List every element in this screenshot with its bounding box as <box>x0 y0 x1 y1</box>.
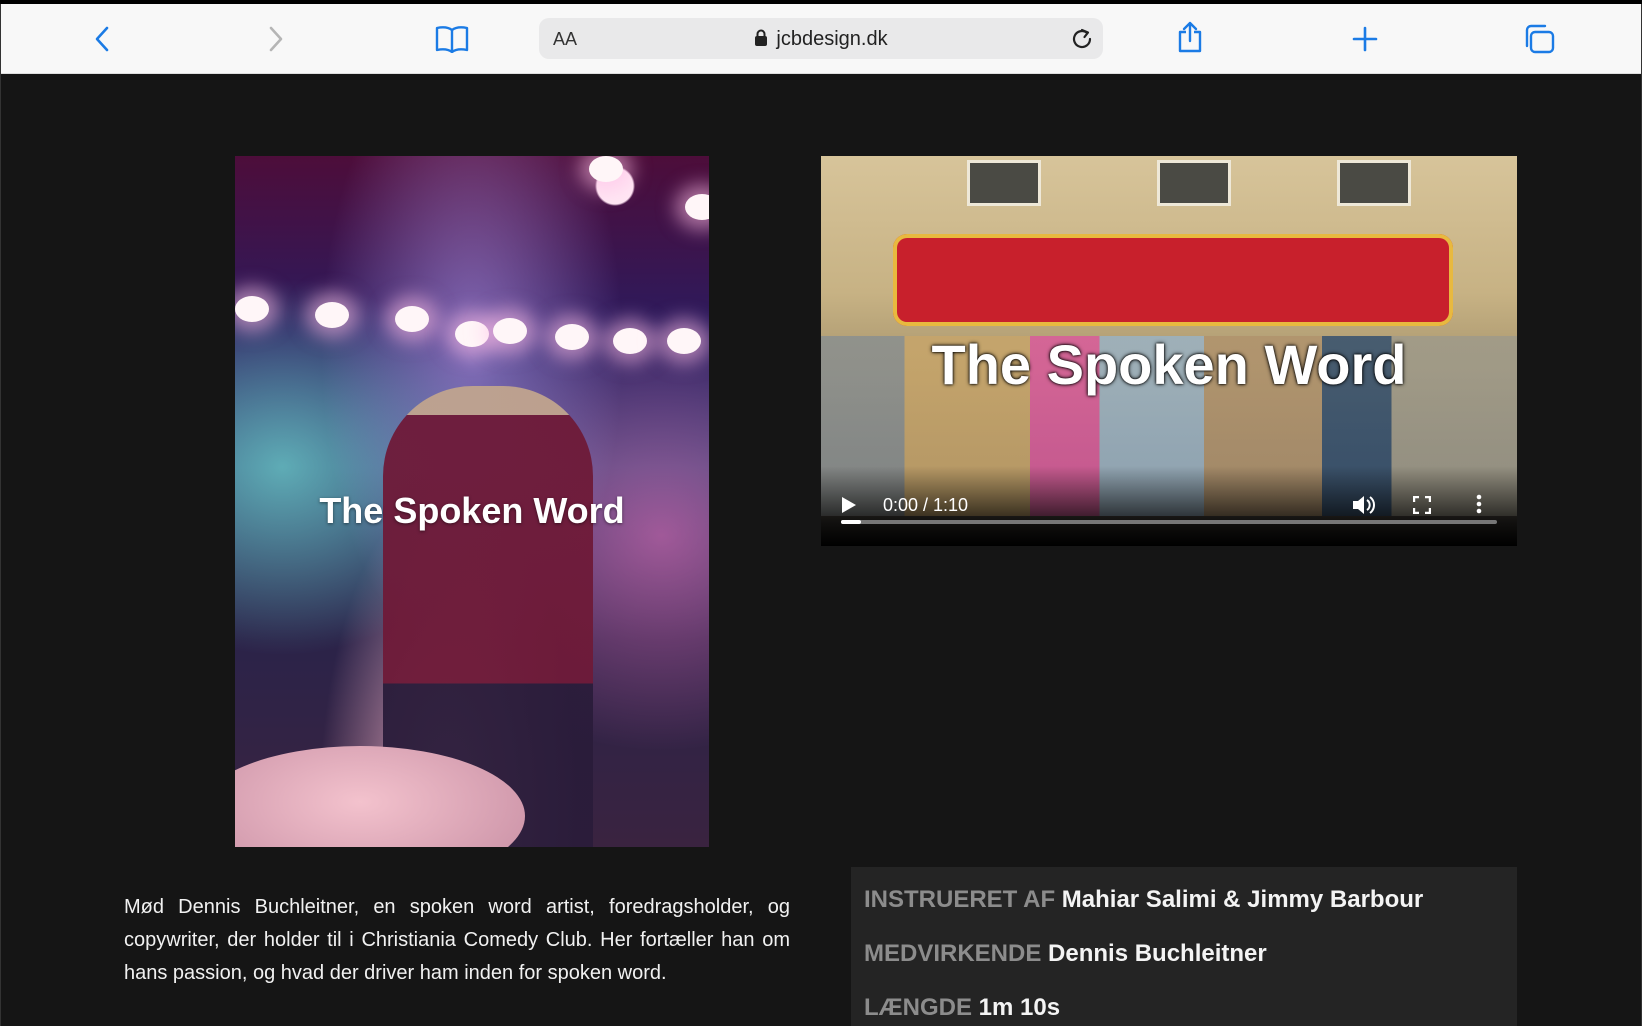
share-icon <box>1178 21 1202 53</box>
credit-row-director: INSTRUERET AF Mahiar Salimi & Jimmy Barb… <box>864 886 1423 914</box>
credit-value: Mahiar Salimi & Jimmy Barbour <box>1061 886 1424 913</box>
lock-icon <box>755 29 768 46</box>
bookmarks-button[interactable] <box>435 22 469 56</box>
video-description: Mød Dennis Buchleitner, en spoken word a… <box>124 896 790 984</box>
reload-icon <box>1072 28 1092 49</box>
play-button[interactable] <box>841 496 857 519</box>
seek-progress <box>841 520 861 524</box>
chevron-right-icon <box>269 26 283 52</box>
share-button[interactable] <box>1173 20 1207 54</box>
address-bar[interactable]: AA jcbdesign.dk <box>539 18 1103 59</box>
tabs-overview-button[interactable] <box>1522 22 1556 56</box>
credit-label: LÆNGDE <box>864 994 972 1021</box>
volume-button[interactable] <box>1351 494 1375 521</box>
venue-sign <box>893 234 1453 326</box>
more-vertical-icon <box>1476 494 1482 514</box>
more-options-button[interactable] <box>1476 494 1482 519</box>
browser-toolbar: AA jcbdesign.dk <box>1 4 1641 74</box>
video-controls: 0:00 / 1:10 <box>821 466 1517 546</box>
video-title: The Spoken Word <box>931 333 1407 396</box>
plus-icon <box>1352 26 1378 52</box>
fullscreen-icon <box>1412 495 1432 515</box>
address-host: jcbdesign.dk <box>539 28 1103 51</box>
credit-row-duration: LÆNGDE 1m 10s <box>864 994 1060 1022</box>
url-text: jcbdesign.dk <box>776 28 888 50</box>
poster-title: The Spoken Word <box>319 490 625 531</box>
building-window <box>1157 160 1231 206</box>
video-time: 0:00 / 1:10 <box>883 495 969 515</box>
book-icon <box>435 26 469 53</box>
play-icon <box>842 497 856 513</box>
building-window <box>967 160 1041 206</box>
credit-row-cast: MEDVIRKENDE Dennis Buchleitner <box>864 940 1267 968</box>
credit-value: 1m 10s <box>978 994 1061 1021</box>
credits-panel: INSTRUERET AF Mahiar Salimi & Jimmy Barb… <box>851 867 1517 1026</box>
new-tab-button[interactable] <box>1348 22 1382 56</box>
credit-label: MEDVIRKENDE <box>864 940 1042 967</box>
video-player[interactable]: The Spoken Word 0:00 / 1:10 <box>821 156 1517 546</box>
volume-icon <box>1353 496 1375 514</box>
fullscreen-button[interactable] <box>1412 495 1432 519</box>
seek-bar[interactable] <box>841 520 1497 524</box>
building-window <box>1337 160 1411 206</box>
forward-button[interactable] <box>259 22 293 56</box>
credit-value: Dennis Buchleitner <box>1048 940 1267 967</box>
poster-image: The Spoken Word <box>235 156 709 847</box>
reload-button[interactable] <box>1069 26 1095 52</box>
tabs-icon <box>1525 24 1555 54</box>
credit-label: INSTRUERET AF <box>864 886 1056 913</box>
chevron-left-icon <box>95 26 109 52</box>
back-button[interactable] <box>85 22 119 56</box>
browser-window: AA jcbdesign.dk The Spoken Word The Spok… <box>0 4 1642 1026</box>
